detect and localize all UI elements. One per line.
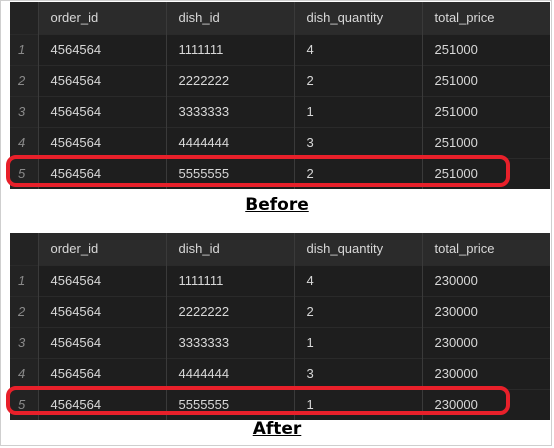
cell-dish-quantity[interactable]: 1 [294,327,423,358]
after-result-grid: order_id dish_id dish_quantity total_pri… [10,233,550,420]
cell-total-price[interactable]: 230000 [422,389,550,420]
table-row[interactable]: 1 4564564 1111111 4 230000 [10,265,550,296]
column-header-dish-id[interactable]: dish_id [166,2,295,34]
table-row[interactable]: 3 4564564 3333333 1 230000 [10,327,550,358]
column-header-total-price[interactable]: total_price [422,2,550,34]
row-number: 2 [10,296,39,327]
column-header-dish-id[interactable]: dish_id [166,233,295,265]
cell-total-price[interactable]: 251000 [422,158,550,189]
row-number: 1 [10,34,39,65]
row-number: 5 [10,158,39,189]
cell-dish-quantity[interactable]: 1 [294,389,423,420]
cell-order-id[interactable]: 4564564 [38,65,167,96]
table-row[interactable]: 1 4564564 1111111 4 251000 [10,34,550,65]
row-number-header [10,2,39,34]
table-row[interactable]: 5 4564564 5555555 2 251000 [10,158,550,189]
row-number: 1 [10,265,39,296]
cell-dish-id[interactable]: 1111111 [166,34,295,65]
table-row[interactable]: 5 4564564 5555555 1 230000 [10,389,550,420]
cell-dish-id[interactable]: 1111111 [166,265,295,296]
cell-order-id[interactable]: 4564564 [38,127,167,158]
cell-dish-id[interactable]: 4444444 [166,358,295,389]
cell-order-id[interactable]: 4564564 [38,265,167,296]
cell-total-price[interactable]: 230000 [422,265,550,296]
column-header-order-id[interactable]: order_id [38,233,167,265]
cell-dish-quantity[interactable]: 3 [294,358,423,389]
cell-dish-id[interactable]: 3333333 [166,96,295,127]
cell-dish-quantity[interactable]: 2 [294,296,423,327]
header-row: order_id dish_id dish_quantity total_pri… [10,233,550,265]
cell-dish-id[interactable]: 5555555 [166,389,295,420]
cell-dish-id[interactable]: 2222222 [166,65,295,96]
cell-dish-id[interactable]: 5555555 [166,158,295,189]
cell-order-id[interactable]: 4564564 [38,158,167,189]
row-number: 4 [10,127,39,158]
cell-order-id[interactable]: 4564564 [38,34,167,65]
table-row[interactable]: 4 4564564 4444444 3 230000 [10,358,550,389]
table-row[interactable]: 2 4564564 2222222 2 230000 [10,296,550,327]
cell-total-price[interactable]: 230000 [422,327,550,358]
column-header-dish-quantity[interactable]: dish_quantity [294,233,423,265]
row-number: 4 [10,358,39,389]
cell-total-price[interactable]: 230000 [422,358,550,389]
row-number: 5 [10,389,39,420]
row-number: 3 [10,96,39,127]
cell-dish-id[interactable]: 4444444 [166,127,295,158]
row-number-header [10,233,39,265]
cell-dish-id[interactable]: 2222222 [166,296,295,327]
cell-order-id[interactable]: 4564564 [38,358,167,389]
cell-total-price[interactable]: 230000 [422,296,550,327]
cell-dish-id[interactable]: 3333333 [166,327,295,358]
row-number: 3 [10,327,39,358]
column-header-dish-quantity[interactable]: dish_quantity [294,2,423,34]
cell-dish-quantity[interactable]: 4 [294,265,423,296]
cell-dish-quantity[interactable]: 4 [294,34,423,65]
cell-dish-quantity[interactable]: 3 [294,127,423,158]
header-row: order_id dish_id dish_quantity total_pri… [10,2,550,34]
cell-dish-quantity[interactable]: 2 [294,65,423,96]
before-caption: Before [245,195,309,215]
cell-total-price[interactable]: 251000 [422,65,550,96]
cell-order-id[interactable]: 4564564 [38,327,167,358]
cell-total-price[interactable]: 251000 [422,96,550,127]
after-caption: After [252,419,302,439]
cell-total-price[interactable]: 251000 [422,127,550,158]
cell-dish-quantity[interactable]: 2 [294,158,423,189]
row-number: 2 [10,65,39,96]
cell-order-id[interactable]: 4564564 [38,389,167,420]
cell-dish-quantity[interactable]: 1 [294,96,423,127]
table-row[interactable]: 3 4564564 3333333 1 251000 [10,96,550,127]
table-row[interactable]: 4 4564564 4444444 3 251000 [10,127,550,158]
before-result-grid: order_id dish_id dish_quantity total_pri… [10,2,550,189]
column-header-total-price[interactable]: total_price [422,233,550,265]
cell-order-id[interactable]: 4564564 [38,296,167,327]
column-header-order-id[interactable]: order_id [38,2,167,34]
cell-total-price[interactable]: 251000 [422,34,550,65]
cell-order-id[interactable]: 4564564 [38,96,167,127]
table-row[interactable]: 2 4564564 2222222 2 251000 [10,65,550,96]
